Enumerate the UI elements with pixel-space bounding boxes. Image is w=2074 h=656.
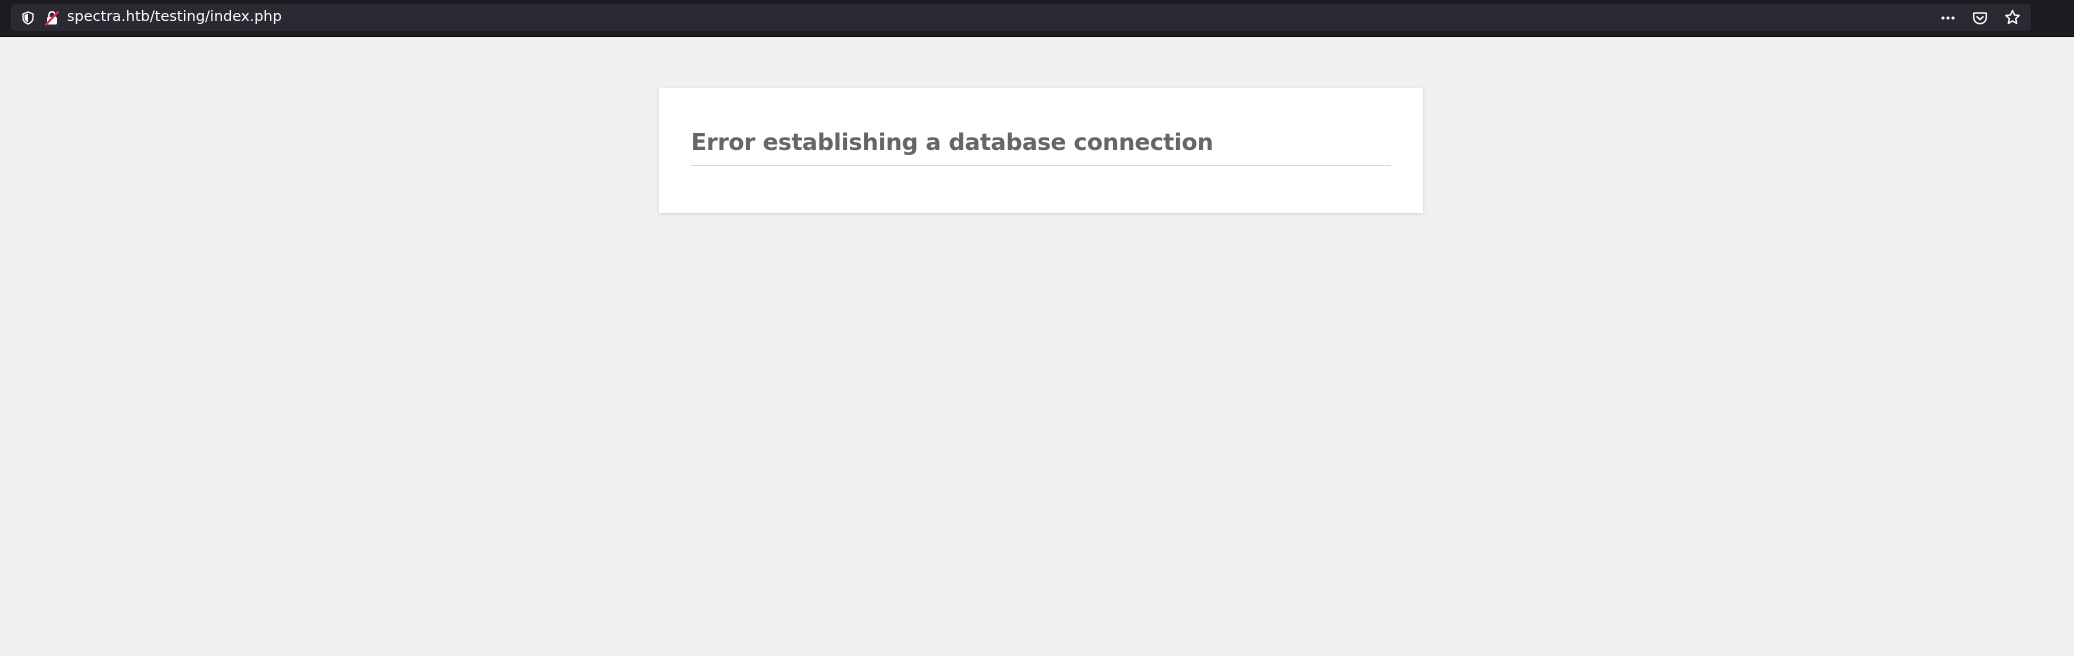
shield-icon[interactable] <box>15 4 41 31</box>
star-icon[interactable] <box>1999 4 2025 31</box>
error-card: Error establishing a database connection <box>659 88 1423 213</box>
more-horizontal-icon[interactable] <box>1935 4 1961 31</box>
url-bar[interactable]: spectra.htb/testing/index.php <box>11 4 2031 31</box>
error-heading: Error establishing a database connection <box>691 132 1391 166</box>
url-bar-left: spectra.htb/testing/index.php <box>11 4 282 31</box>
insecure-lock-icon[interactable] <box>41 4 63 31</box>
browser-toolbar: spectra.htb/testing/index.php <box>0 0 2074 37</box>
url-text[interactable]: spectra.htb/testing/index.php <box>67 4 282 31</box>
page-actions <box>1935 4 2025 31</box>
pocket-icon[interactable] <box>1967 4 1993 31</box>
